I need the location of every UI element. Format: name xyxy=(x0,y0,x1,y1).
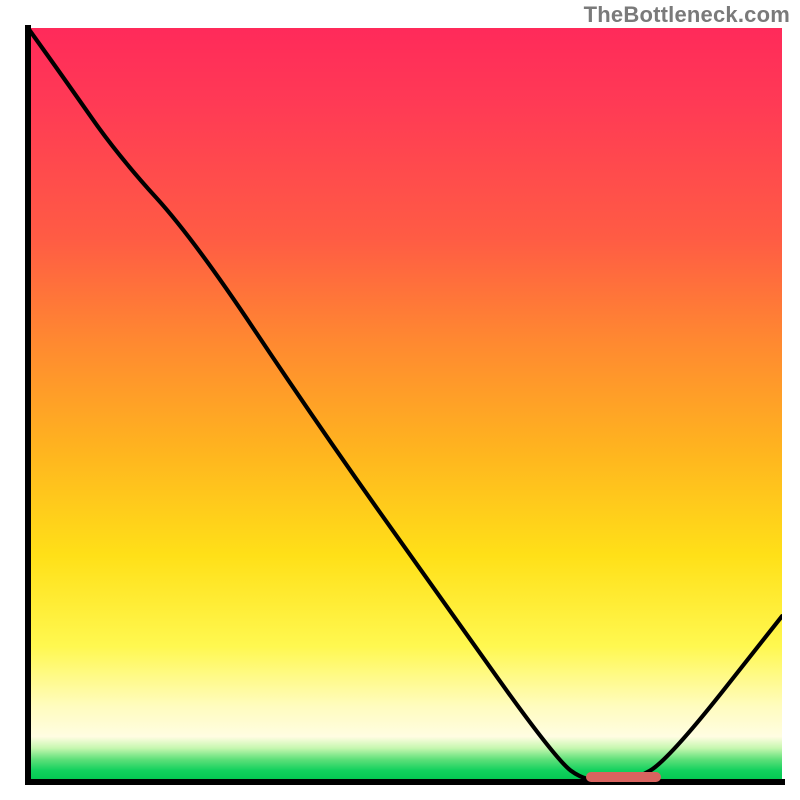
optimal-range-marker xyxy=(586,772,661,782)
watermark-text: TheBottleneck.com xyxy=(584,2,790,28)
chart-stage: TheBottleneck.com xyxy=(0,0,800,800)
curve-path xyxy=(28,28,782,782)
chart-plot-area xyxy=(28,28,782,782)
bottleneck-curve xyxy=(28,28,782,782)
